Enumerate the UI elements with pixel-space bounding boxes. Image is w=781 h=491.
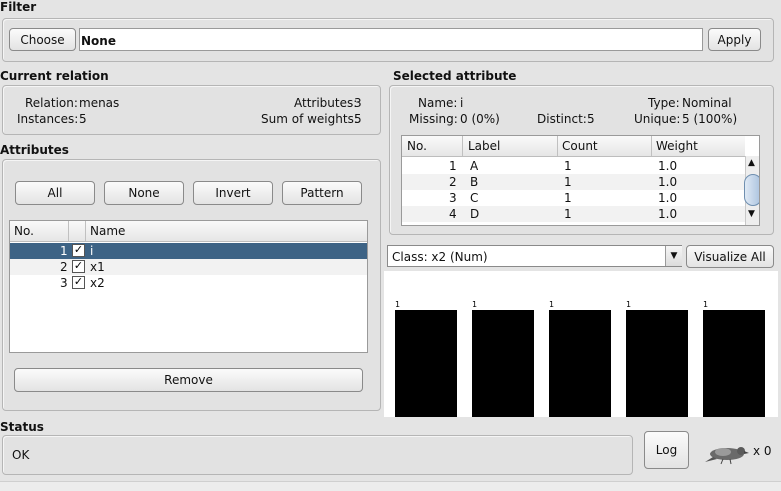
bar-label: 1	[703, 300, 709, 309]
label-row-count: 1	[564, 207, 572, 221]
label-row-weight: 1.0	[658, 191, 678, 205]
sel-type-value: Nominal	[682, 96, 732, 110]
label-row[interactable]: 2 B 1 1.0	[402, 174, 745, 190]
histogram-bar	[626, 310, 688, 417]
label-row-no: 2	[449, 175, 457, 189]
col-no-header[interactable]: No.	[407, 139, 427, 153]
status-panel	[2, 435, 633, 475]
class-select[interactable]: Class: x2 (Num) ▼	[387, 245, 682, 267]
invert-button[interactable]: Invert	[193, 181, 273, 205]
visualize-all-button[interactable]: Visualize All	[686, 245, 774, 268]
current-relation-panel	[2, 85, 381, 135]
labels-table-header: No. Label Count Weight	[402, 136, 745, 157]
label-row-weight: 1.0	[658, 175, 678, 189]
attributes-title: Attributes	[0, 143, 69, 157]
bar-label: 1	[472, 300, 478, 309]
none-button[interactable]: None	[104, 181, 184, 205]
attribute-row-no: 3	[60, 276, 68, 290]
log-button[interactable]: Log	[644, 431, 689, 469]
status-text: OK	[12, 448, 30, 462]
label-row-no: 4	[449, 207, 457, 221]
relation-label: Relation:	[25, 96, 78, 110]
label-row-count: 1	[564, 191, 572, 205]
sel-distinct-label: Distinct:	[537, 112, 587, 126]
scroll-up-icon[interactable]: ▲	[748, 158, 755, 168]
labels-table: No. Label Count Weight 1 A 1 1.0 2 B 1 1…	[401, 135, 760, 226]
histogram-canvas: 1 1 1 1 1	[384, 271, 778, 417]
attribute-row-no: 2	[60, 260, 68, 274]
filter-value: None	[81, 34, 116, 48]
sel-unique-value: 5 (100%)	[682, 112, 738, 126]
sum-weights-value: 5	[354, 112, 362, 126]
sel-unique-label: Unique:	[634, 112, 681, 126]
bar-label: 1	[395, 300, 401, 309]
label-row-label: B	[470, 175, 479, 189]
attribute-row-name: x2	[90, 276, 105, 290]
instances-label: Instances:	[17, 112, 79, 126]
col-name-header[interactable]: Name	[90, 224, 125, 238]
remove-button[interactable]: Remove	[14, 368, 363, 392]
attributes-count-label: Attributes:	[294, 96, 358, 110]
current-relation-title: Current relation	[0, 69, 109, 83]
col-label-header[interactable]: Label	[468, 139, 500, 153]
sel-distinct-value: 5	[587, 112, 595, 126]
apply-button[interactable]: Apply	[708, 28, 761, 51]
sel-name-label: Name:	[418, 96, 458, 110]
attributes-table: No. Name 1 ✓ i 2 ✓ x1 3 ✓ x2	[9, 220, 368, 353]
scroll-down-icon[interactable]: ▼	[748, 209, 755, 219]
scroll-thumb[interactable]	[744, 174, 759, 206]
all-button[interactable]: All	[15, 181, 95, 205]
task-count: x 0	[753, 444, 772, 458]
relation-value: menas	[79, 96, 120, 110]
attribute-checkbox[interactable]: ✓	[72, 276, 85, 289]
labels-scrollbar[interactable]: ▲ ▼	[744, 156, 759, 225]
attribute-row[interactable]: 3 ✓ x2	[10, 275, 367, 291]
label-row-no: 3	[449, 191, 457, 205]
sel-missing-label: Missing:	[409, 112, 458, 126]
attribute-row-name: x1	[90, 260, 105, 274]
attribute-checkbox[interactable]: ✓	[72, 244, 85, 257]
label-row-no: 1	[449, 159, 457, 173]
label-row[interactable]: 3 C 1 1.0	[402, 190, 745, 206]
label-row-label: C	[470, 191, 479, 205]
label-row-count: 1	[564, 175, 572, 189]
sel-type-label: Type:	[648, 96, 680, 110]
bar-label: 1	[549, 300, 555, 309]
col-weight-header[interactable]: Weight	[656, 139, 698, 153]
class-select-value: Class: x2 (Num)	[392, 250, 488, 264]
weka-bird-icon[interactable]	[703, 443, 749, 465]
instances-value: 5	[79, 112, 87, 126]
histogram-bar	[703, 310, 765, 417]
label-row-label: A	[470, 159, 479, 173]
bar-label: 1	[626, 300, 632, 309]
label-row-count: 1	[564, 159, 572, 173]
attribute-row[interactable]: 1 ✓ i	[10, 243, 367, 259]
label-row-weight: 1.0	[658, 207, 678, 221]
attribute-checkbox[interactable]: ✓	[72, 260, 85, 273]
attributes-table-header: No. Name	[10, 221, 367, 242]
label-row[interactable]: 1 A 1 1.0	[402, 158, 745, 174]
choose-button[interactable]: Choose	[9, 28, 76, 51]
selected-attribute-title: Selected attribute	[393, 69, 517, 83]
attribute-row-no: 1	[60, 244, 68, 258]
label-row-weight: 1.0	[658, 159, 678, 173]
col-no-header[interactable]: No.	[14, 224, 34, 238]
label-row-label: D	[470, 207, 480, 221]
filter-field[interactable]: None	[79, 28, 703, 51]
filter-title: Filter	[0, 0, 37, 14]
histogram-bar	[549, 310, 611, 417]
attribute-row[interactable]: 2 ✓ x1	[10, 259, 367, 275]
histogram-bar	[472, 310, 534, 417]
sum-weights-label: Sum of weights:	[261, 112, 358, 126]
chevron-down-icon[interactable]: ▼	[665, 246, 682, 266]
pattern-button[interactable]: Pattern	[282, 181, 362, 205]
col-count-header[interactable]: Count	[562, 139, 598, 153]
attribute-row-name: i	[90, 244, 94, 258]
histogram-bar	[395, 310, 457, 417]
sel-missing-value: 0 (0%)	[460, 112, 500, 126]
label-row[interactable]: 4 D 1 1.0	[402, 206, 745, 222]
attributes-count-value: 3	[354, 96, 362, 110]
sel-name-value: i	[460, 96, 464, 110]
status-title: Status	[0, 420, 44, 434]
